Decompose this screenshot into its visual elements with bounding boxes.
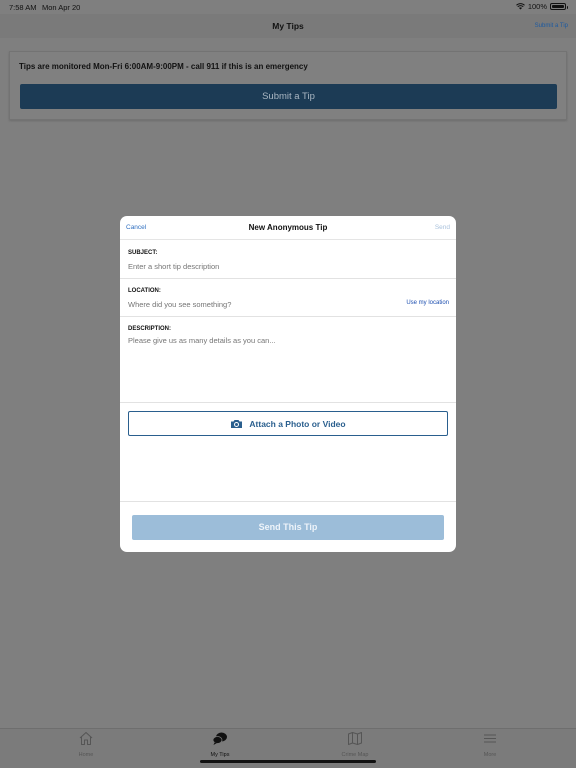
divider	[120, 316, 456, 317]
attach-photo-video-button[interactable]: Attach a Photo or Video	[128, 411, 448, 436]
subject-label: SUBJECT:	[128, 250, 158, 256]
status-time: 7:58 AM	[9, 3, 37, 12]
map-icon	[348, 732, 362, 745]
divider	[120, 278, 456, 279]
home-icon	[79, 732, 93, 745]
divider	[120, 402, 456, 403]
description-textarea[interactable]	[128, 336, 448, 396]
subject-input[interactable]	[128, 260, 448, 272]
divider	[120, 501, 456, 502]
battery-percent: 100%	[527, 2, 547, 11]
camera-icon	[231, 419, 243, 428]
submit-tip-nav-button[interactable]: Submit a Tip	[535, 23, 568, 29]
description-label: DESCRIPTION:	[128, 326, 172, 332]
tab-label: Crime Map	[341, 752, 369, 758]
battery-icon	[550, 3, 568, 10]
chat-bubbles-icon	[212, 732, 227, 745]
monitoring-notice: Tips are monitored Mon-Fri 6:00AM-9:00PM…	[19, 62, 308, 71]
status-bar: 7:58 AM Mon Apr 20 100%	[0, 0, 576, 14]
tab-label: Home	[78, 752, 94, 758]
modal-header: Cancel New Anonymous Tip Send	[120, 216, 456, 240]
send-button[interactable]: Send	[435, 224, 450, 231]
wifi-icon	[515, 3, 525, 10]
location-label: LOCATION:	[128, 288, 161, 294]
status-right: 100%	[515, 2, 568, 11]
use-my-location-link[interactable]: Use my location	[406, 300, 449, 306]
tab-home[interactable]: Home	[41, 731, 131, 758]
menu-icon	[484, 734, 496, 743]
page-title: My Tips	[272, 21, 304, 31]
modal-title: New Anonymous Tip	[248, 223, 328, 232]
tab-label: My Tips	[210, 752, 230, 758]
tab-crime-map[interactable]: Crime Map	[310, 731, 400, 758]
home-indicator[interactable]	[200, 760, 376, 763]
tab-my-tips[interactable]: My Tips	[175, 731, 265, 758]
location-input[interactable]	[128, 298, 388, 310]
attach-label: Attach a Photo or Video	[249, 418, 346, 429]
send-this-tip-button[interactable]: Send This Tip	[132, 515, 444, 540]
status-date: Mon Apr 20	[42, 3, 81, 12]
new-tip-modal: Cancel New Anonymous Tip Send SUBJECT: L…	[120, 216, 456, 552]
tab-more[interactable]: More	[445, 731, 535, 758]
nav-bar: My Tips Submit a Tip	[0, 14, 576, 38]
submit-tip-button[interactable]: Submit a Tip	[20, 84, 557, 109]
info-card: Tips are monitored Mon-Fri 6:00AM-9:00PM…	[9, 51, 567, 120]
tab-label: More	[483, 752, 497, 758]
